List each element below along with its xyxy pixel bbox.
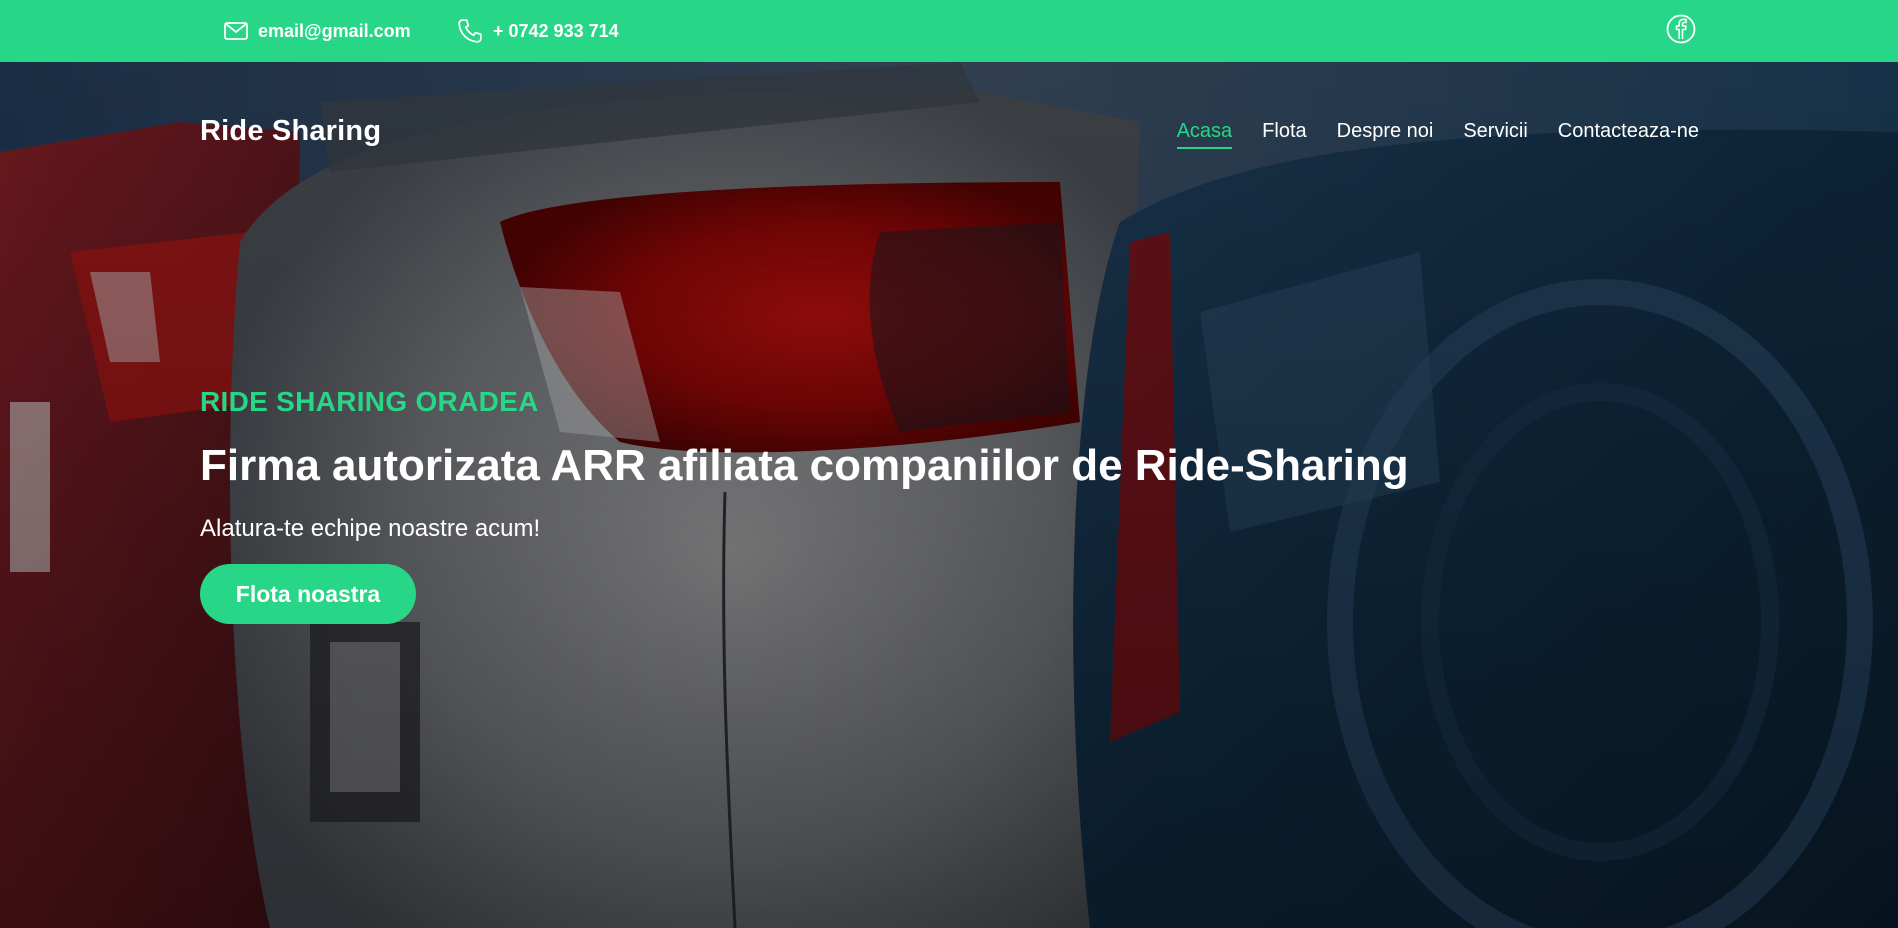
- site-logo[interactable]: Ride Sharing: [200, 115, 381, 148]
- hero-headline: Firma autorizata ARR afiliata companiilo…: [200, 441, 1409, 490]
- top-contact-bar: email@gmail.com + 0742 933 714: [0, 0, 1898, 62]
- nav-item-servicii[interactable]: Servicii: [1463, 120, 1527, 149]
- email-text: email@gmail.com: [258, 20, 411, 41]
- hero-background-image: [0, 62, 1898, 928]
- hero-eyebrow: RIDE SHARING ORADEA: [200, 386, 539, 417]
- hero-subline: Alatura-te echipe noastre acum!: [200, 515, 541, 542]
- main-navigation: Acasa Flota Despre noi Servicii Contacte…: [1176, 120, 1699, 149]
- nav-item-acasa[interactable]: Acasa: [1176, 120, 1233, 149]
- hero-section: [0, 62, 1898, 928]
- email-contact[interactable]: email@gmail.com: [224, 0, 411, 62]
- phone-text: + 0742 933 714: [493, 20, 619, 41]
- nav-item-despre-noi[interactable]: Despre noi: [1337, 120, 1434, 149]
- facebook-icon: [1666, 14, 1696, 44]
- fleet-button[interactable]: Flota noastra: [200, 564, 416, 624]
- nav-item-flota[interactable]: Flota: [1262, 120, 1306, 149]
- facebook-link[interactable]: [1665, 13, 1697, 45]
- nav-item-contacteaza-ne[interactable]: Contacteaza-ne: [1558, 120, 1699, 149]
- envelope-icon: [224, 22, 248, 40]
- phone-icon: [458, 19, 482, 43]
- phone-contact[interactable]: + 0742 933 714: [457, 0, 619, 62]
